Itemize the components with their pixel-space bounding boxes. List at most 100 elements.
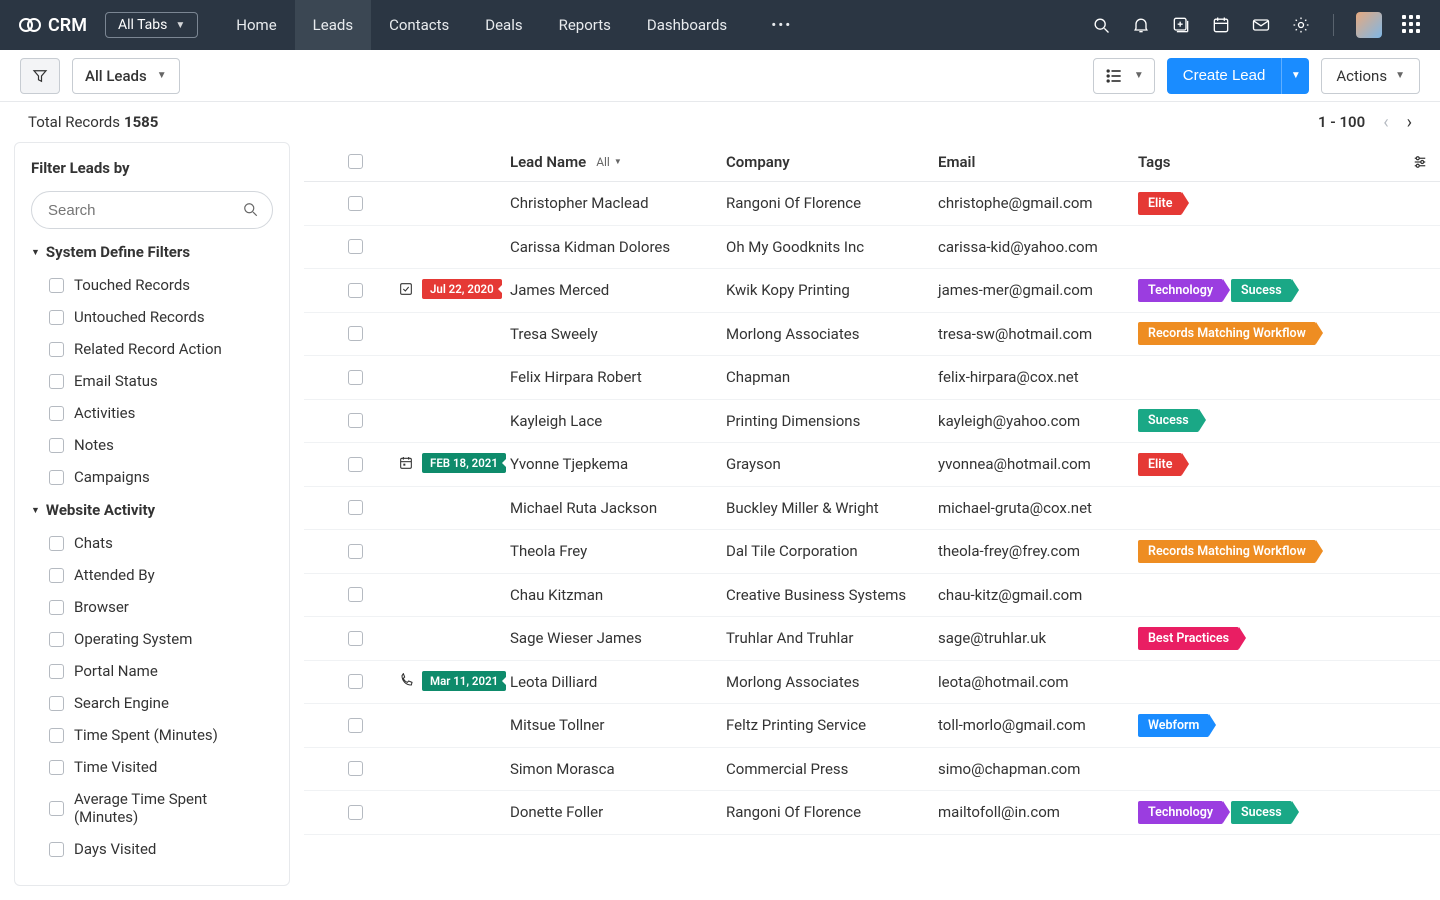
filter-item[interactable]: Attended By [31,559,273,591]
create-lead-dropdown-button[interactable]: ▼ [1281,58,1309,94]
checkbox[interactable] [49,342,64,357]
row-checkbox[interactable] [348,283,363,298]
row-checkbox[interactable] [348,370,363,385]
nav-item-dashboards[interactable]: Dashboards [629,0,745,50]
row-checkbox[interactable] [348,718,363,733]
filter-item[interactable]: Portal Name [31,655,273,687]
checkbox[interactable] [49,842,64,857]
row-checkbox[interactable] [348,239,363,254]
table-row[interactable]: Felix Hirpara RobertChapmanfelix-hirpara… [304,356,1440,400]
filter-item[interactable]: Campaigns [31,461,273,493]
checkbox[interactable] [49,536,64,551]
checkbox[interactable] [49,801,64,816]
checkbox[interactable] [49,696,64,711]
nav-item-deals[interactable]: Deals [467,0,540,50]
checkbox[interactable] [49,310,64,325]
column-header-company[interactable]: Company [726,153,790,171]
search-icon[interactable] [1091,15,1111,35]
create-lead-button[interactable]: Create Lead [1167,58,1282,94]
row-checkbox[interactable] [348,761,363,776]
checkbox[interactable] [49,664,64,679]
row-checkbox[interactable] [348,587,363,602]
row-checkbox[interactable] [348,326,363,341]
row-checkbox[interactable] [348,544,363,559]
table-row[interactable]: Sage Wieser JamesTruhlar And Truhlarsage… [304,617,1440,661]
checkbox[interactable] [49,438,64,453]
nav-item-contacts[interactable]: Contacts [371,0,467,50]
table-row[interactable]: Christopher MacleadRangoni Of Florencech… [304,182,1440,226]
nav-more-icon[interactable]: ••• [757,0,806,50]
filter-item[interactable]: Time Visited [31,751,273,783]
filter-item[interactable]: Untouched Records [31,301,273,333]
row-checkbox[interactable] [348,196,363,211]
checkbox[interactable] [49,760,64,775]
filter-toggle-button[interactable] [20,58,60,94]
filter-item[interactable]: Activities [31,397,273,429]
row-checkbox[interactable] [348,413,363,428]
table-row[interactable]: Jul 22, 2020James MercedKwik Kopy Printi… [304,269,1440,313]
row-checkbox[interactable] [348,631,363,646]
lead-email: carissa-kid@yahoo.com [938,238,1098,256]
filter-item[interactable]: Chats [31,527,273,559]
bell-icon[interactable] [1131,15,1151,35]
table-row[interactable]: Chau KitzmanCreative Business Systemscha… [304,574,1440,618]
checkbox[interactable] [49,278,64,293]
table-row[interactable]: Donette FollerRangoni Of Florencemailtof… [304,791,1440,835]
subheader: Total Records 1585 1 - 100 ‹ › [0,102,1440,142]
filter-item[interactable]: Search Engine [31,687,273,719]
filter-item[interactable]: Operating System [31,623,273,655]
checkbox[interactable] [49,406,64,421]
column-header-name[interactable]: Lead Name [510,153,586,171]
filter-item[interactable]: Touched Records [31,269,273,301]
checkbox[interactable] [49,632,64,647]
column-settings-button[interactable] [1400,153,1440,171]
checkbox[interactable] [49,600,64,615]
filter-item[interactable]: Browser [31,591,273,623]
column-header-email[interactable]: Email [938,153,975,171]
gear-icon[interactable] [1291,15,1311,35]
filter-item[interactable]: Average Time Spent (Minutes) [31,783,273,833]
all-tabs-dropdown[interactable]: All Tabs ▼ [105,12,198,38]
table-row[interactable]: Kayleigh LacePrinting Dimensionskayleigh… [304,400,1440,444]
row-checkbox[interactable] [348,457,363,472]
filter-item[interactable]: Related Record Action [31,333,273,365]
checkbox[interactable] [49,470,64,485]
checkbox[interactable] [49,728,64,743]
page-prev-button[interactable]: ‹ [1383,112,1388,133]
nav-item-leads[interactable]: Leads [295,0,371,50]
table-row[interactable]: Theola FreyDal Tile Corporationtheola-fr… [304,530,1440,574]
nav-item-home[interactable]: Home [218,0,294,50]
table-row[interactable]: Mar 11, 2021Leota DilliardMorlong Associ… [304,661,1440,705]
view-selector-dropdown[interactable]: All Leads ▼ [72,58,180,94]
filter-item[interactable]: Days Visited [31,833,273,865]
table-row[interactable]: Mitsue TollnerFeltz Printing Servicetoll… [304,704,1440,748]
avatar[interactable] [1356,12,1382,38]
table-row[interactable]: Carissa Kidman DoloresOh My Goodknits In… [304,226,1440,270]
filter-group-title[interactable]: System Define Filters [31,243,273,261]
table-row[interactable]: FEB 18, 2021Yvonne TjepkemaGraysonyvonne… [304,443,1440,487]
row-checkbox[interactable] [348,500,363,515]
calendar-icon[interactable] [1211,15,1231,35]
list-view-button[interactable]: ▼ [1093,58,1155,94]
select-all-checkbox[interactable] [348,154,363,169]
name-filter-dropdown[interactable]: All▼ [596,155,622,169]
row-checkbox[interactable] [348,674,363,689]
table-row[interactable]: Tresa SweelyMorlong Associatestresa-sw@h… [304,313,1440,357]
filter-search-input[interactable] [31,191,273,229]
filter-item[interactable]: Notes [31,429,273,461]
mail-icon[interactable] [1251,15,1271,35]
filter-group-title[interactable]: Website Activity [31,501,273,519]
checkbox[interactable] [49,374,64,389]
add-icon[interactable] [1171,15,1191,35]
table-row[interactable]: Simon MorascaCommercial Presssimo@chapma… [304,748,1440,792]
column-header-tags[interactable]: Tags [1138,153,1171,171]
page-next-button[interactable]: › [1407,112,1412,133]
actions-button[interactable]: Actions ▼ [1321,58,1420,94]
row-checkbox[interactable] [348,805,363,820]
filter-item[interactable]: Time Spent (Minutes) [31,719,273,751]
table-row[interactable]: Michael Ruta JacksonBuckley Miller & Wri… [304,487,1440,531]
apps-grid-icon[interactable] [1402,15,1422,35]
filter-item[interactable]: Email Status [31,365,273,397]
nav-item-reports[interactable]: Reports [541,0,629,50]
checkbox[interactable] [49,568,64,583]
